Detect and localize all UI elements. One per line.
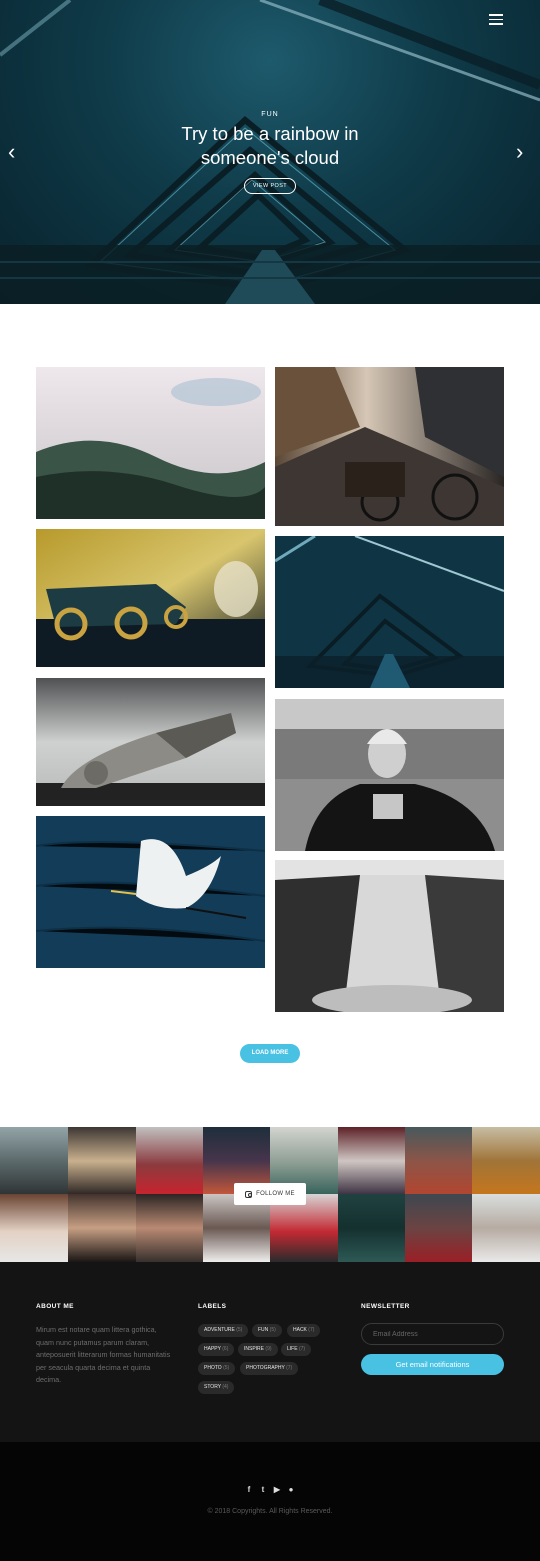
post-image-woman-portrait[interactable] bbox=[275, 699, 504, 851]
instagram-photo[interactable] bbox=[472, 1194, 540, 1262]
label-tag[interactable]: PHOTOGRAPHY (7) bbox=[240, 1362, 299, 1375]
instagram-photo[interactable] bbox=[68, 1194, 136, 1262]
github-icon[interactable]: ● bbox=[287, 1485, 296, 1494]
label-tag[interactable]: INSPIRE (9) bbox=[238, 1343, 278, 1356]
twitter-icon[interactable]: t bbox=[259, 1485, 268, 1494]
label-tag[interactable]: STORY (4) bbox=[198, 1381, 235, 1394]
follow-me-label: FOLLOW ME bbox=[256, 1191, 295, 1197]
instagram-photo[interactable] bbox=[0, 1127, 68, 1195]
post-image-misty-forest[interactable] bbox=[36, 367, 265, 519]
email-notifications-button[interactable]: Get email notifications bbox=[361, 1354, 504, 1375]
label-tag[interactable]: HAPPY (6) bbox=[198, 1343, 235, 1356]
youtube-icon[interactable]: ▶ bbox=[273, 1485, 282, 1494]
instagram-photo[interactable] bbox=[0, 1194, 68, 1262]
instagram-photo[interactable] bbox=[338, 1194, 406, 1262]
chevron-left-icon[interactable]: ‹ bbox=[8, 141, 24, 163]
hero-slider: ‹ › FUN Try to be a rainbow in someone's… bbox=[0, 0, 540, 304]
view-post-button[interactable]: VIEW POST bbox=[244, 178, 296, 194]
label-tag[interactable]: LIFE (7) bbox=[281, 1343, 312, 1356]
label-tag[interactable]: ADVENTURE (5) bbox=[198, 1324, 249, 1337]
chevron-right-icon[interactable]: › bbox=[516, 141, 532, 163]
menu-button[interactable] bbox=[489, 14, 503, 26]
hamburger-icon bbox=[489, 14, 503, 16]
footer-bottom bbox=[0, 1442, 540, 1561]
label-tag[interactable]: HACK (7) bbox=[287, 1324, 321, 1337]
post-image-plane-wreck[interactable] bbox=[36, 678, 265, 806]
post-image-egret[interactable] bbox=[36, 816, 265, 968]
instagram-photo[interactable] bbox=[136, 1127, 204, 1195]
labels-heading: LABELS bbox=[198, 1303, 227, 1310]
instagram-photo[interactable] bbox=[405, 1127, 473, 1195]
post-image-toy-car[interactable] bbox=[36, 529, 265, 667]
post-image-waterfall[interactable] bbox=[275, 860, 504, 1012]
newsletter-heading: NEWSLETTER bbox=[361, 1303, 410, 1310]
facebook-icon[interactable]: f bbox=[245, 1485, 254, 1494]
about-heading: ABOUT ME bbox=[36, 1303, 74, 1310]
post-image-street-bicycles[interactable] bbox=[275, 367, 504, 526]
label-tag[interactable]: FUN (5) bbox=[252, 1324, 282, 1337]
instagram-photo[interactable] bbox=[405, 1194, 473, 1262]
post-image-bridge-tunnel[interactable] bbox=[275, 536, 504, 688]
instagram-photo[interactable] bbox=[472, 1127, 540, 1195]
email-input[interactable] bbox=[361, 1323, 504, 1345]
hero-title[interactable]: Try to be a rainbow in someone's cloud bbox=[150, 122, 390, 170]
label-tag[interactable]: PHOTO (5) bbox=[198, 1362, 236, 1375]
instagram-photo[interactable] bbox=[136, 1194, 204, 1262]
copyright: © 2018 Copyrights. All Rights Reserved. bbox=[207, 1508, 333, 1515]
about-text: Mirum est notare quam littera gothica, q… bbox=[36, 1325, 171, 1384]
instagram-icon bbox=[245, 1190, 253, 1198]
hero-category[interactable]: FUN bbox=[0, 111, 540, 118]
social-links: f t ▶ ● bbox=[0, 1485, 540, 1494]
follow-me-button[interactable]: FOLLOW ME bbox=[234, 1183, 306, 1205]
instagram-photo[interactable] bbox=[338, 1127, 406, 1195]
instagram-photo[interactable] bbox=[68, 1127, 136, 1195]
load-more-button[interactable]: LOAD MORE bbox=[240, 1044, 300, 1063]
